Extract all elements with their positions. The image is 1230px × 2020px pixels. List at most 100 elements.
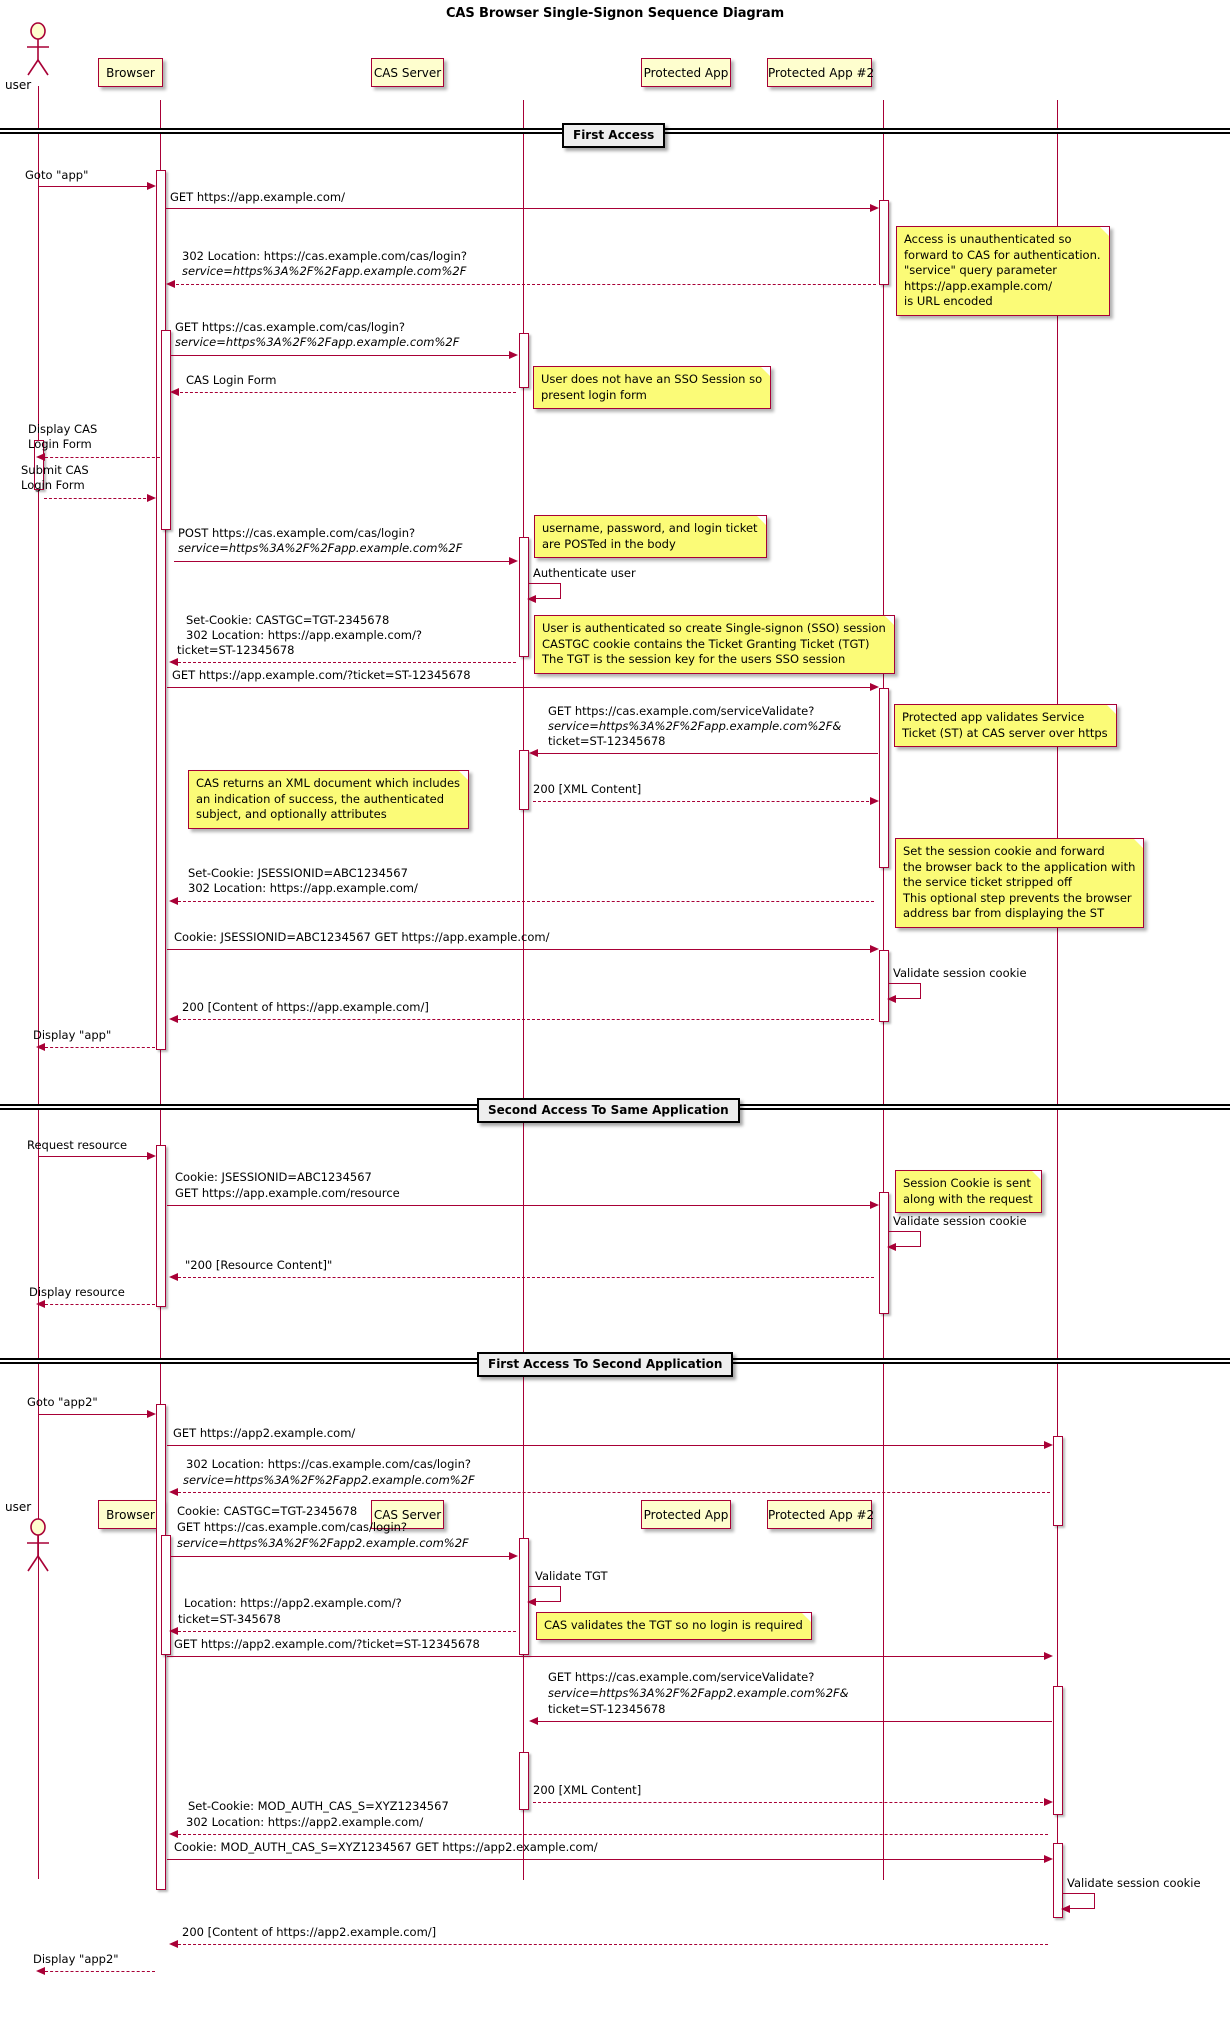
activation-app-3 — [879, 950, 889, 1022]
msg-arrow-m23 — [36, 1300, 45, 1308]
msg-line-m03 — [176, 284, 876, 285]
msg-arrow-m10 — [169, 658, 178, 666]
msg-label-m07-l1: Submit CAS — [21, 463, 89, 477]
msg-label-m29-l2: ticket=ST-345678 — [178, 1612, 281, 1626]
msg-arrow-m15 — [870, 945, 879, 953]
note-line: Set the session cookie and forward — [903, 844, 1105, 858]
note-line: User is authenticated so create Single-s… — [542, 621, 886, 635]
note-n9: CAS validates the TGT so no login is req… — [536, 1612, 812, 1640]
msg-line-m34 — [167, 1859, 1048, 1860]
msg-arrow-m03 — [166, 280, 175, 288]
actor-user-bottom[interactable] — [20, 1518, 60, 1580]
msg-line-m13 — [533, 801, 874, 802]
msg-label-m26-l1: 302 Location: https://cas.example.com/ca… — [186, 1457, 471, 1471]
note-line: forward to CAS for authentication. — [904, 247, 1101, 262]
divider-label-first-access-second-app: First Access To Second Application — [477, 1352, 734, 1377]
msg-label-m32: 200 [XML Content] — [533, 1783, 642, 1797]
msg-label-m10-l3: ticket=ST-12345678 — [177, 643, 295, 657]
msg-label-m27-l2: GET https://cas.example.com/cas/login? — [177, 1520, 408, 1534]
msg-label-m18: Display "app" — [33, 1028, 112, 1042]
msg-arrow-m22 — [169, 1273, 178, 1281]
note-line: The TGT is the session key for the users… — [542, 652, 846, 666]
actor-user-top[interactable] — [20, 22, 60, 84]
activation-cas-1 — [519, 333, 529, 388]
msg-line-m20 — [167, 1205, 874, 1206]
msg-arrow-m19 — [147, 1152, 156, 1160]
msg-arrow-m36 — [169, 1940, 178, 1948]
participant-browser-top[interactable]: Browser — [98, 58, 163, 87]
note-line: is URL encoded — [904, 294, 993, 308]
msg-line-m18 — [45, 1047, 155, 1048]
participant-browser-bottom[interactable]: Browser — [98, 1500, 163, 1529]
msg-label-m17: 200 [Content of https://app.example.com/… — [182, 1000, 429, 1014]
msg-line-m33 — [178, 1834, 1048, 1835]
activation-app-2 — [879, 688, 889, 868]
page-title: CAS Browser Single-Signon Sequence Diagr… — [445, 6, 785, 21]
actor-user-top-label: user — [5, 78, 32, 92]
msg-label-m03-l1: 302 Location: https://cas.example.com/ca… — [182, 249, 467, 263]
msg-line-m19 — [39, 1156, 151, 1157]
msg-arrow-m01 — [147, 182, 156, 190]
msg-label-m31-l1: GET https://cas.example.com/serviceValid… — [548, 1670, 815, 1684]
note-fold-icon — [1106, 705, 1116, 714]
msg-label-m12-l2: service=https%3A%2F%2Fapp.example.com%2F… — [548, 719, 842, 733]
msg-label-m21: Validate session cookie — [893, 1214, 1027, 1228]
msg-line-m22 — [178, 1277, 874, 1278]
msg-arrow-m05 — [170, 388, 179, 396]
activation-browser-5 — [161, 1535, 171, 1655]
lifeline-app2 — [1057, 100, 1058, 1880]
msg-label-m34: Cookie: MOD_AUTH_CAS_S=XYZ1234567 GET ht… — [174, 1840, 598, 1854]
msg-arrow-m32 — [1044, 1798, 1053, 1806]
user-stick-figure-icon — [27, 1518, 49, 1572]
note-fold-icon — [884, 616, 894, 625]
note-n1: Access is unauthenticated so forward to … — [896, 226, 1110, 316]
msg-line-m04 — [171, 355, 513, 356]
msg-arrow-m12 — [529, 749, 538, 757]
lifeline-user — [38, 86, 39, 1879]
msg-label-m06-l2: Login Form — [28, 437, 92, 451]
msg-label-m31-l2: service=https%3A%2F%2Fapp2.example.com%2… — [548, 1686, 849, 1700]
user-stick-figure-icon — [27, 22, 49, 76]
activation-cas-5 — [519, 1752, 529, 1810]
msg-label-m24: Goto "app2" — [27, 1395, 98, 1409]
activation-browser-1 — [156, 170, 166, 1050]
msg-line-m14 — [178, 901, 874, 902]
msg-arrow-m29 — [169, 1627, 178, 1635]
msg-arrow-m07 — [147, 494, 156, 502]
msg-label-m15: Cookie: JSESSIONID=ABC1234567 GET https:… — [174, 930, 550, 944]
msg-label-m33-l2: 302 Location: https://app2.example.com/ — [186, 1815, 424, 1829]
msg-line-m12 — [538, 753, 878, 754]
msg-label-m07-l2: Login Form — [21, 478, 85, 492]
msg-label-m13: 200 [XML Content] — [533, 782, 642, 796]
msg-arrow-m18 — [36, 1043, 45, 1051]
participant-app-bottom[interactable]: Protected App — [641, 1500, 731, 1529]
note-line: along with the request — [903, 1191, 1033, 1206]
participant-app2-bottom[interactable]: Protected App #2 — [767, 1500, 874, 1529]
msg-line-m25 — [167, 1445, 1048, 1446]
msg-label-m35: Validate session cookie — [1067, 1876, 1201, 1890]
msg-line-m37 — [45, 1971, 155, 1972]
sequence-diagram-canvas: CAS Browser Single-Signon Sequence Diagr… — [0, 0, 1230, 2020]
participant-cas-top[interactable]: CAS Server — [371, 58, 444, 87]
note-line: User does not have an SSO Session so — [541, 372, 763, 386]
msg-label-m27-l3: service=https%3A%2F%2Fapp2.example.com%2… — [177, 1536, 469, 1550]
msg-line-m02 — [166, 208, 874, 209]
msg-label-m11: GET https://app.example.com/?ticket=ST-1… — [172, 668, 471, 682]
participant-app2-top[interactable]: Protected App #2 — [767, 58, 874, 87]
note-n4: User is authenticated so create Single-s… — [534, 615, 895, 674]
note-n7: Set the session cookie and forward the b… — [895, 838, 1145, 928]
participant-app-top[interactable]: Protected App — [641, 58, 731, 87]
msg-line-m17 — [178, 1019, 874, 1020]
msg-label-m27-l1: Cookie: CASTGC=TGT-2345678 — [177, 1504, 358, 1518]
note-line: https://app.example.com/ — [904, 278, 1053, 293]
msg-arrow-m02 — [870, 204, 879, 212]
msg-line-m27 — [171, 1556, 513, 1557]
msg-arrow-m33 — [169, 1830, 178, 1838]
note-line: CAS validates the TGT so no login is req… — [544, 1618, 803, 1632]
note-n2: User does not have an SSO Session so pre… — [533, 366, 772, 409]
msg-label-m28: Validate TGT — [535, 1569, 608, 1583]
msg-label-m03-l2: service=https%3A%2F%2Fapp.example.com%2F — [182, 264, 467, 278]
msg-arrow-m08 — [509, 557, 518, 565]
note-line: CAS returns an XML document which includ… — [196, 776, 461, 790]
note-line: "service" query parameter — [904, 263, 1057, 277]
